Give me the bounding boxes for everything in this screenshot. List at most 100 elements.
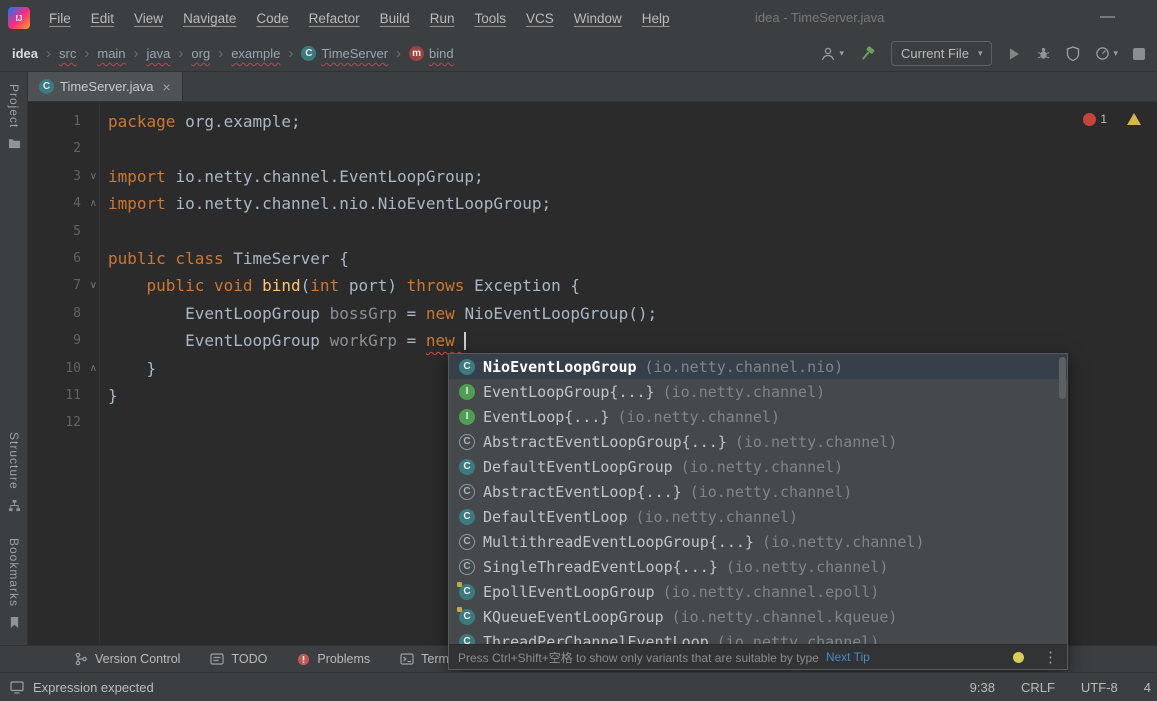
close-icon[interactable]: ×	[162, 79, 170, 95]
left-tool-strip: Project Structure Bookmarks	[0, 72, 28, 645]
menu-help[interactable]: Help	[633, 8, 679, 29]
breadcrumb-item-org[interactable]: org	[191, 46, 210, 61]
run-button[interactable]	[1007, 47, 1021, 61]
tool-button-structure[interactable]: Structure	[7, 432, 21, 512]
completion-item[interactable]: C MultithreadEventLoopGroup{...} (io.netty…	[449, 529, 1067, 554]
title-bar: IJ File Edit View Navigate Code Refactor Build…	[0, 0, 1157, 36]
warning-icon	[1127, 113, 1141, 125]
run-configuration-select[interactable]: Current File ▾	[891, 41, 993, 66]
file-encoding[interactable]: UTF-8	[1081, 680, 1118, 695]
line-number: 2	[73, 141, 81, 157]
gutter-line: 8	[28, 300, 99, 327]
breadcrumb-item-idea[interactable]: idea	[12, 46, 38, 61]
completion-popup: C NioEventLoopGroup (io.netty.channel.nio)…	[448, 353, 1068, 670]
gutter-line: 9	[28, 327, 99, 354]
menu-build[interactable]: Build	[371, 8, 419, 29]
breadcrumb-item-example[interactable]: example	[231, 46, 280, 61]
terminal-icon	[400, 652, 414, 666]
completion-package: (io.netty.channel)	[716, 632, 880, 645]
next-tip-link[interactable]: Next Tip	[826, 650, 870, 664]
tool-button-todo[interactable]: TODO	[210, 652, 267, 666]
completion-item[interactable]: C DefaultEventLoop (io.netty.channel)	[449, 504, 1067, 529]
completion-item[interactable]: I EventLoopGroup{...} (io.netty.channel)	[449, 379, 1067, 404]
completion-package: (io.netty.channel)	[689, 482, 853, 501]
menu-tools[interactable]: Tools	[465, 8, 515, 29]
menu-navigate[interactable]: Navigate	[174, 8, 245, 29]
line-number: 11	[65, 387, 81, 403]
completion-package: (io.netty.channel)	[635, 507, 799, 526]
completion-item[interactable]: C SingleThreadEventLoop{...} (io.netty.cha…	[449, 554, 1067, 579]
completion-package: (io.netty.channel)	[734, 432, 898, 451]
completion-item[interactable]: C AbstractEventLoop{...} (io.netty.channel…	[449, 479, 1067, 504]
tool-strip-bottom: Structure Bookmarks	[0, 432, 28, 629]
line-separator[interactable]: CRLF	[1021, 680, 1055, 695]
menu-view[interactable]: View	[125, 8, 172, 29]
tool-button-problems[interactable]: Problems	[297, 652, 370, 666]
fold-marker-icon[interactable]: ∨	[90, 163, 97, 190]
class-icon: C	[459, 458, 475, 475]
fold-marker-icon[interactable]: ∧	[90, 355, 97, 382]
completion-package: (io.netty.channel.kqueue)	[671, 607, 898, 626]
menu-file[interactable]: File	[40, 8, 80, 29]
completion-item[interactable]: C AbstractEventLoopGroup{...} (io.netty.ch…	[449, 429, 1067, 454]
completion-item[interactable]: C ThreadPerChannelEventLoop (io.netty.chan…	[449, 629, 1067, 644]
line-number: 6	[73, 250, 81, 266]
inspections-widget[interactable]: 1	[1083, 112, 1141, 126]
status-left: Expression expected	[10, 680, 154, 695]
menu-window[interactable]: Window	[565, 8, 631, 29]
tool-window-switcher-icon[interactable]	[10, 680, 24, 694]
gutter-line: 2	[28, 135, 99, 162]
completion-name: AbstractEventLoop{...}	[483, 482, 682, 501]
class-icon: C	[459, 508, 475, 525]
completion-item[interactable]: C DefaultEventLoopGroup (io.netty.channel)	[449, 454, 1067, 479]
completion-item[interactable]: C NioEventLoopGroup (io.netty.channel.nio)	[449, 354, 1067, 379]
window-title: idea - TimeServer.java	[755, 10, 885, 25]
tool-button-project[interactable]: Project	[7, 84, 21, 149]
breadcrumb-item-timeserver[interactable]: C TimeServer	[301, 46, 388, 61]
fold-marker-icon[interactable]: ∨	[90, 272, 97, 299]
completion-item[interactable]: C EpollEventLoopGroup (io.netty.channel.ep…	[449, 579, 1067, 604]
completion-package: (io.netty.channel)	[725, 557, 889, 576]
indent-info[interactable]: 4	[1144, 680, 1151, 695]
build-button[interactable]	[859, 45, 876, 62]
completion-name: KQueueEventLoopGroup	[483, 607, 664, 626]
menu-edit[interactable]: Edit	[82, 8, 123, 29]
lightbulb-icon[interactable]	[1013, 651, 1024, 663]
breadcrumb-item-java[interactable]: java	[147, 46, 171, 61]
tool-strip-top: Project	[0, 84, 28, 149]
completion-scrollbar[interactable]	[1059, 357, 1066, 399]
run-with-coverage-button[interactable]	[1066, 46, 1080, 61]
hammer-icon	[862, 46, 875, 60]
breadcrumb: idea › src › main › java › org › example › C TimeServ…	[12, 46, 454, 61]
class-icon: C	[457, 581, 475, 600]
code-token: import	[108, 194, 176, 214]
menu-run[interactable]: Run	[421, 8, 464, 29]
fold-marker-icon[interactable]: ∧	[90, 190, 97, 217]
completion-item[interactable]: C KQueueEventLoopGroup (io.netty.channel.k…	[449, 604, 1067, 629]
completion-hint-text: Press Ctrl+Shift+空格 to show only variant…	[458, 650, 819, 665]
debug-button[interactable]	[1036, 46, 1051, 61]
more-options-icon[interactable]: ⋮	[1043, 650, 1058, 665]
minimize-button[interactable]: —	[1100, 0, 1115, 36]
breadcrumb-item-main[interactable]: main	[97, 46, 125, 61]
user-account-button[interactable]: ▾	[820, 46, 844, 62]
tab-timeserver-java[interactable]: C TimeServer.java ×	[28, 72, 183, 101]
class-icon: C	[459, 358, 475, 375]
profiler-button[interactable]: ▾	[1095, 46, 1118, 61]
tool-button-version-control[interactable]: Version Control	[74, 652, 180, 666]
play-icon	[1010, 48, 1020, 59]
menu-vcs[interactable]: VCS	[517, 8, 563, 29]
breadcrumb-item-bind[interactable]: m bind	[409, 46, 454, 61]
code-line: EventLoopGroup workGrp = new	[108, 327, 1157, 354]
completion-item[interactable]: I EventLoop{...} (io.netty.channel)	[449, 404, 1067, 429]
completion-name: DefaultEventLoop	[483, 507, 628, 526]
stop-button[interactable]	[1133, 47, 1145, 60]
menu-code[interactable]: Code	[247, 8, 297, 29]
caret-position[interactable]: 9:38	[970, 680, 995, 695]
menu-refactor[interactable]: Refactor	[300, 8, 369, 29]
breadcrumb-item-src[interactable]: src	[59, 46, 76, 61]
tool-button-bookmarks[interactable]: Bookmarks	[7, 538, 21, 629]
code-token: =	[397, 303, 426, 323]
